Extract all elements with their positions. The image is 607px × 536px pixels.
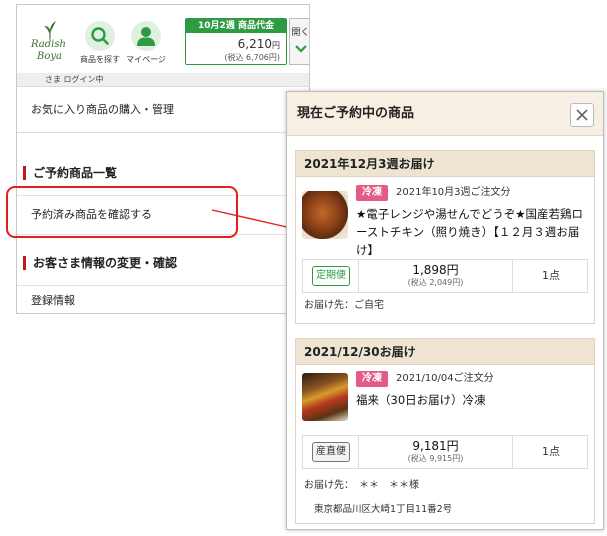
section-customer-heading: お客さま情報の変更・確認 xyxy=(23,253,177,273)
product-image[interactable] xyxy=(302,191,348,239)
close-icon xyxy=(576,109,588,121)
badge-cell: 産直便 xyxy=(303,436,359,468)
app-panel: Radish Boya 商品を探す マイページ 10月2週 商品代金 6,210… xyxy=(16,4,310,314)
frozen-tag: 冷凍 xyxy=(356,371,388,387)
modal-header: 現在ご予約中の商品 xyxy=(287,92,603,136)
chevron-down-icon xyxy=(295,45,307,53)
price-cell: 1,898円 (税込 2,049円) xyxy=(359,260,513,292)
search-icon xyxy=(91,27,109,45)
search-products-label: 商品を探す xyxy=(80,55,120,64)
brand-logo[interactable]: Radish Boya xyxy=(31,21,67,67)
logo-text-line2: Boya xyxy=(37,51,62,62)
modal-title: 現在ご予約中の商品 xyxy=(297,106,415,121)
price-tax: (税込 2,049円) xyxy=(407,278,464,287)
reservation-card: 2021年12月3週お届け 冷凍 2021年10月3週ご注文分 ★電子レンジや湯… xyxy=(295,150,595,324)
destination: お届け先： ＊＊ ＊＊様 xyxy=(304,480,419,491)
mypage-label: マイページ xyxy=(126,55,166,64)
cart-amount-value: 6,210 xyxy=(237,37,272,51)
cart-tax-note: (税込 6,706円) xyxy=(224,53,280,62)
badge-cell: 定期便 xyxy=(303,260,359,292)
cart-title: 10月2週 商品代金 xyxy=(186,19,286,33)
price: 1,898円 xyxy=(412,263,459,277)
direct-delivery-badge: 産直便 xyxy=(312,442,350,462)
site-header: Radish Boya 商品を探す マイページ 10月2週 商品代金 6,210… xyxy=(17,5,309,73)
price-tax: (税込 9,915円) xyxy=(407,454,464,463)
section-reservations-heading: ご予約商品一覧 xyxy=(23,163,117,183)
price-table: 産直便 9,181円 (税込 9,915円) 1点 xyxy=(302,435,588,469)
cart-amount-unit: 円 xyxy=(272,41,280,50)
user-icon xyxy=(137,27,155,46)
quantity: 1点 xyxy=(542,445,560,458)
price: 9,181円 xyxy=(412,439,459,453)
login-status: さま ログイン中 xyxy=(17,73,309,87)
product-image[interactable] xyxy=(302,373,348,421)
cart-summary[interactable]: 10月2週 商品代金 6,210円 (税込 6,706円) xyxy=(185,18,287,65)
delivery-heading: 2021/12/30お届け xyxy=(296,339,594,365)
logo-text-line1: Radish xyxy=(31,39,66,50)
frozen-tag: 冷凍 xyxy=(356,185,388,201)
cart-amount: 6,210円 xyxy=(186,38,286,52)
open-cart-button[interactable]: 開く xyxy=(289,18,310,65)
delivery-heading: 2021年12月3週お届け xyxy=(296,151,594,177)
registration-info-link[interactable]: 登録情報 xyxy=(17,285,309,313)
leaf-icon xyxy=(44,21,56,39)
product-name[interactable]: ★電子レンジや湯せんでどうぞ★国産若鶏ローストチキン（照り焼き）【１２月３週お届… xyxy=(356,205,588,259)
destination-address: 東京都品川区大崎1丁目11番2号 xyxy=(314,504,453,515)
price-table: 定期便 1,898円 (税込 2,049円) 1点 xyxy=(302,259,588,293)
search-products-button[interactable]: 商品を探す xyxy=(75,21,125,69)
mypage-button[interactable]: マイページ xyxy=(121,21,171,69)
destination: お届け先：ご自宅 xyxy=(304,300,384,311)
order-date: 2021年10月3週ご注文分 xyxy=(396,187,511,198)
open-label: 開く xyxy=(291,28,310,38)
order-date: 2021/10/04ご注文分 xyxy=(396,373,494,384)
reservations-modal: 現在ご予約中の商品 2021年12月3週お届け 冷凍 2021年10月3週ご注文… xyxy=(286,91,604,530)
reservation-card: 2021/12/30お届け 冷凍 2021/10/04ご注文分 福来（30日お届… xyxy=(295,338,595,524)
favorites-link[interactable]: お気に入り商品の購入・管理 xyxy=(17,87,309,133)
price-cell: 9,181円 (税込 9,915円) xyxy=(359,436,513,468)
highlight-box xyxy=(6,186,238,238)
quantity: 1点 xyxy=(542,269,560,282)
close-button[interactable] xyxy=(570,103,594,127)
product-name[interactable]: 福来（30日お届け）冷凍 xyxy=(356,391,588,409)
subscription-badge: 定期便 xyxy=(312,266,350,286)
